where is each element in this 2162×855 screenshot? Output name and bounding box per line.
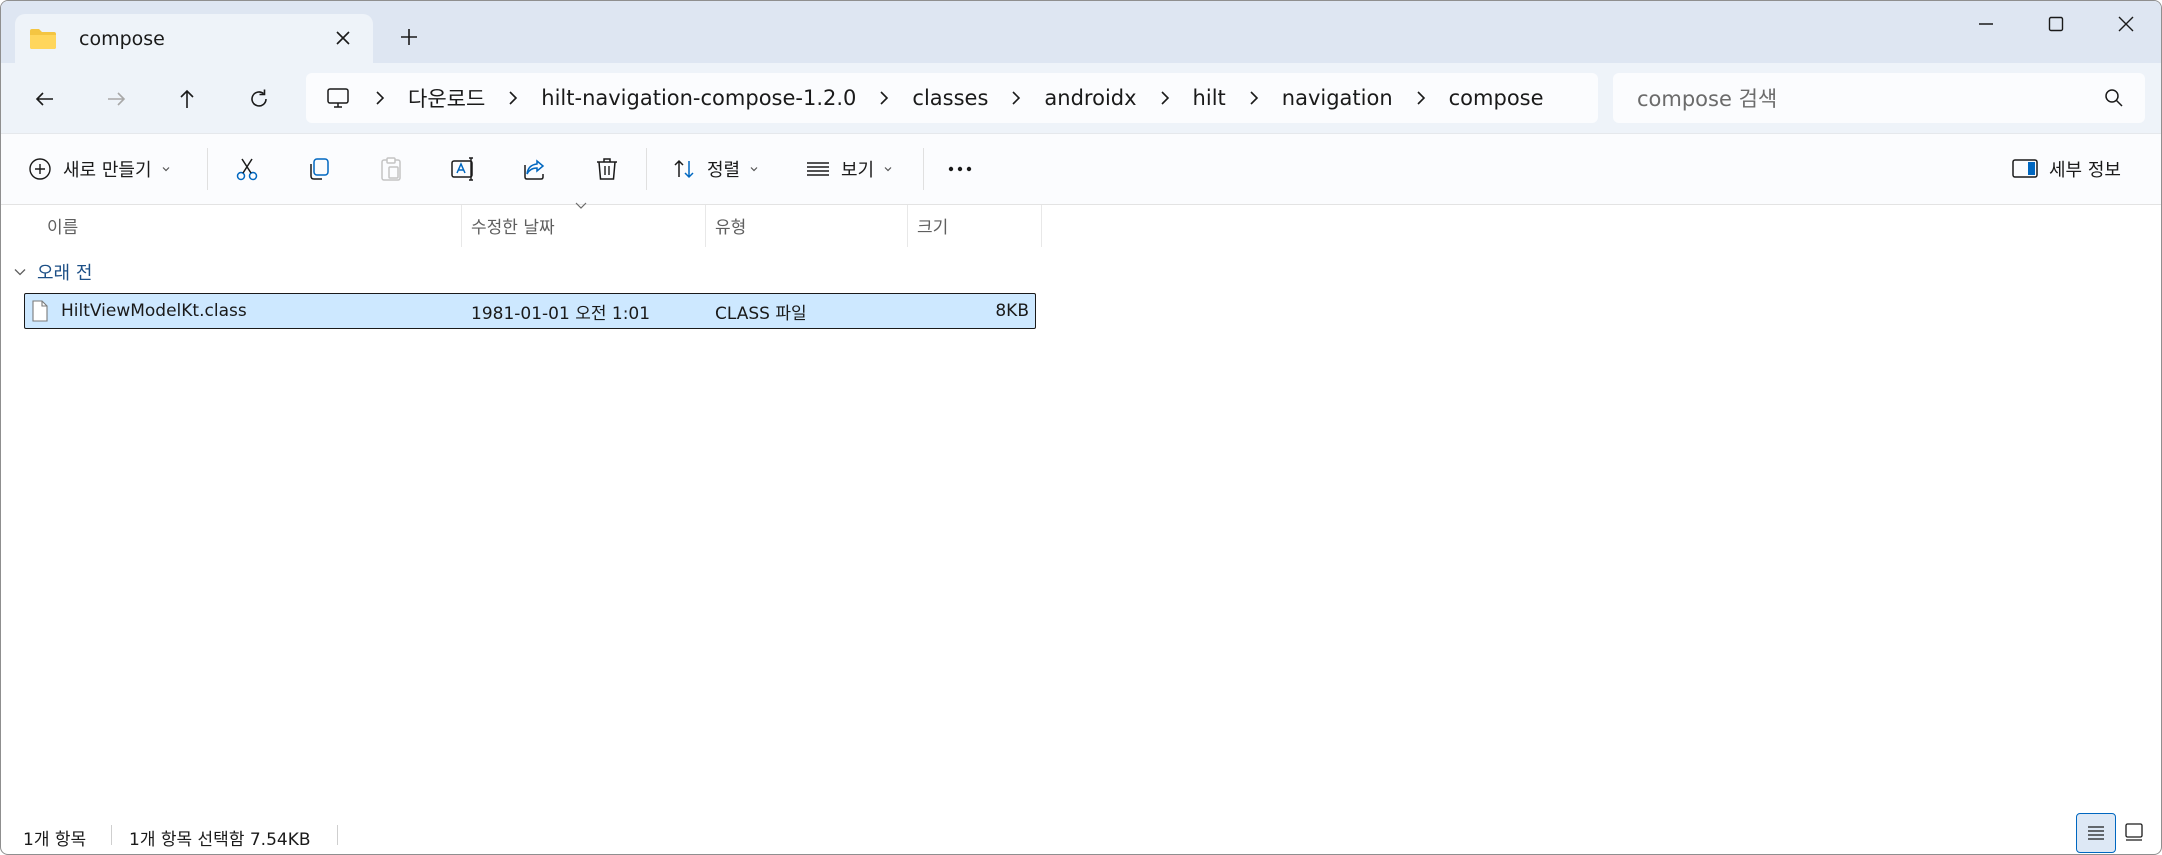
file-icon	[32, 300, 48, 322]
view-button[interactable]: 보기	[805, 148, 894, 190]
search-box[interactable]: compose 검색	[1613, 73, 2145, 123]
file-explorer-window: compose 다운로드 hilt-navigation-compose-1.2…	[0, 0, 2162, 855]
more-options-button[interactable]	[945, 148, 975, 190]
column-header-type[interactable]: 유형	[715, 203, 905, 247]
rename-button[interactable]	[449, 148, 477, 190]
command-bar: 새로 만들기 정렬 보기 세부 정보	[1, 133, 2161, 205]
navigation-bar: 다운로드 hilt-navigation-compose-1.2.0 class…	[1, 63, 2161, 133]
arrow-left-icon	[35, 92, 53, 106]
chevron-down-icon	[162, 167, 169, 172]
item-count: 1개 항목	[23, 830, 87, 850]
column-header-date[interactable]: 수정한 날짜	[471, 203, 703, 247]
chevron-right-icon[interactable]	[1411, 88, 1431, 108]
column-header-row: 이름 수정한 날짜 유형 크기	[1, 203, 2161, 247]
up-button[interactable]	[167, 79, 207, 119]
maximize-icon	[2048, 16, 2064, 32]
maximize-button[interactable]	[2021, 9, 2091, 39]
view-button-label: 보기	[841, 160, 875, 181]
breadcrumb-downloads[interactable]: 다운로드	[408, 83, 485, 113]
arrow-up-icon	[180, 89, 194, 108]
column-header-name[interactable]: 이름	[47, 203, 459, 247]
search-icon[interactable]	[2103, 87, 2125, 109]
share-button[interactable]	[521, 148, 549, 190]
large-icons-view-icon	[2125, 823, 2143, 841]
title-bar: compose	[1, 1, 2161, 63]
clipboard-icon	[381, 157, 401, 181]
selection-info: 1개 항목 선택함 7.54KB	[129, 830, 311, 850]
forward-button[interactable]	[96, 79, 136, 119]
refresh-button[interactable]	[239, 79, 279, 119]
details-pane-button[interactable]: 세부 정보	[2011, 148, 2121, 190]
tab-compose[interactable]: compose	[15, 14, 373, 63]
details-pane-icon	[2012, 159, 2038, 178]
new-button[interactable]: 새로 만들기	[27, 148, 172, 190]
breadcrumb-androidx[interactable]: androidx	[1044, 86, 1136, 110]
copy-button[interactable]	[305, 148, 333, 190]
minimize-button[interactable]	[1951, 9, 2021, 39]
folder-icon	[30, 28, 56, 49]
file-type: CLASS 파일	[715, 303, 807, 324]
trash-icon	[597, 158, 617, 180]
refresh-icon	[251, 89, 267, 107]
rename-icon	[451, 157, 473, 181]
paste-button[interactable]	[377, 148, 405, 190]
delete-button[interactable]	[593, 148, 621, 190]
large-icons-view-button[interactable]	[2115, 813, 2153, 851]
new-button-label: 새로 만들기	[63, 160, 152, 181]
file-name-cell: HiltViewModelKt.class	[31, 294, 247, 328]
group-header[interactable]: 오래 전	[13, 257, 92, 287]
sort-icon	[674, 159, 694, 179]
minimize-icon	[1979, 23, 1993, 25]
details-pane-label: 세부 정보	[2049, 160, 2121, 181]
close-icon[interactable]	[331, 26, 355, 50]
breadcrumb-classes[interactable]: classes	[912, 86, 988, 110]
cut-button[interactable]	[233, 148, 261, 190]
list-view-icon	[807, 162, 829, 176]
chevron-down-icon	[750, 167, 758, 172]
chevron-right-icon[interactable]	[1006, 88, 1026, 108]
more-icon	[948, 166, 972, 172]
address-bar[interactable]: 다운로드 hilt-navigation-compose-1.2.0 class…	[306, 73, 1598, 123]
column-header-size[interactable]: 크기	[917, 203, 1037, 247]
close-window-button[interactable]	[2091, 9, 2161, 39]
status-bar: 1개 항목 1개 항목 선택함 7.54KB	[1, 811, 2161, 854]
details-view-icon	[2088, 826, 2104, 840]
search-input[interactable]: compose 검색	[1637, 83, 2103, 113]
file-name: HiltViewModelKt.class	[61, 301, 247, 321]
chevron-right-icon[interactable]	[874, 88, 894, 108]
this-pc-icon[interactable]	[324, 84, 352, 112]
details-view-button[interactable]	[2076, 813, 2116, 853]
breadcrumb-hilt[interactable]: hilt	[1193, 86, 1226, 110]
scissors-icon	[236, 158, 258, 181]
copy-icon	[310, 158, 329, 180]
breadcrumb-hilt-navigation-compose[interactable]: hilt-navigation-compose-1.2.0	[541, 86, 856, 110]
plus-circle-icon	[29, 158, 51, 180]
chevron-down-icon[interactable]	[13, 265, 27, 279]
file-row[interactable]: HiltViewModelKt.class 1981-01-01 오전 1:01…	[24, 293, 1036, 329]
tab-title: compose	[79, 27, 165, 50]
file-date: 1981-01-01 오전 1:01	[471, 303, 651, 324]
arrow-right-icon	[108, 92, 126, 106]
share-icon	[524, 159, 545, 180]
group-label: 오래 전	[37, 263, 93, 284]
chevron-down-icon	[884, 167, 892, 172]
chevron-right-icon[interactable]	[370, 88, 390, 108]
sort-button-label: 정렬	[707, 160, 741, 181]
new-tab-icon[interactable]	[395, 23, 423, 51]
sort-button[interactable]: 정렬	[671, 148, 760, 190]
breadcrumb-navigation[interactable]: navigation	[1282, 86, 1393, 110]
breadcrumb-compose[interactable]: compose	[1449, 86, 1544, 110]
file-size: 8KB	[995, 301, 1029, 321]
chevron-right-icon[interactable]	[503, 88, 523, 108]
close-window-icon	[2118, 16, 2134, 32]
chevron-right-icon[interactable]	[1244, 88, 1264, 108]
back-button[interactable]	[25, 79, 65, 119]
chevron-right-icon[interactable]	[1155, 88, 1175, 108]
